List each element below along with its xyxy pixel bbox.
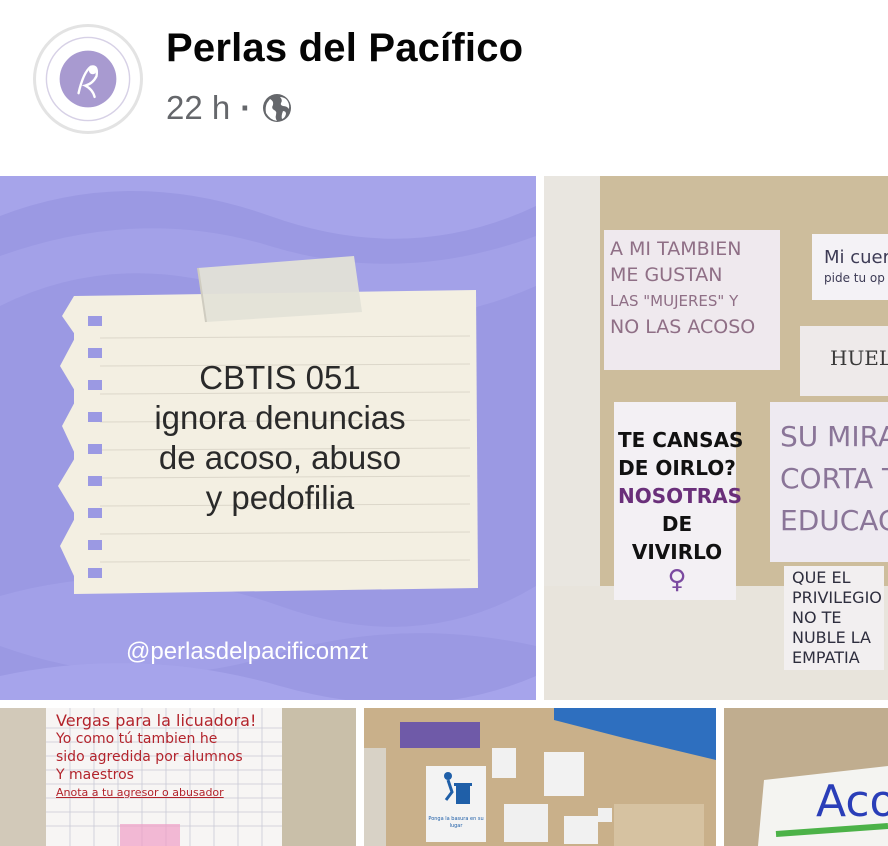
sheet-line-5: Anota a tu agresor o abusador xyxy=(56,786,224,799)
trash-bin-icon xyxy=(440,768,472,808)
photo-wall-signs[interactable]: A MI TAMBIEN ME GUSTAN LAS "MUJERES" Y N… xyxy=(544,176,888,700)
sheet-line-3: sido agredida por alumnos xyxy=(56,749,243,765)
instagram-handle: @perlasdelpacificomzt xyxy=(126,638,368,665)
post-timestamp[interactable]: 22 h xyxy=(166,89,230,127)
sign-2-text: Mi cuer pide tu op xyxy=(824,248,888,288)
sign-5-text: SU MIRA CORTA TU EDUCACIÓ xyxy=(780,416,888,542)
sign-1-text: A MI TAMBIEN ME GUSTAN LAS "MUJERES" Y N… xyxy=(610,236,755,340)
sign-4-line-4: DE xyxy=(661,512,693,536)
partial-sign-text: Aco xyxy=(816,776,888,827)
sign-6-line-1: QUE EL xyxy=(792,568,851,587)
sign-6-text: QUE EL PRIVILEGIO NO TE NUBLE LA EMPATIA xyxy=(792,568,882,668)
sign-5-line-1: SU MIRA xyxy=(780,420,888,453)
sign-5-line-3: EDUCACIÓ xyxy=(780,504,888,537)
headline-line-4: y pedofilia xyxy=(205,479,355,516)
sign-4-line-1: TE CANSAS xyxy=(618,428,744,452)
sheet-line-4: Y maestros xyxy=(56,767,134,783)
meta-separator: · xyxy=(240,89,252,126)
sign-3-line-1: HUEL xyxy=(830,346,888,370)
sheet-line-1: Vergas para la licuadora! xyxy=(56,711,257,730)
sign-6-line-4: NUBLE LA xyxy=(792,628,871,647)
sign-1-line-3: LAS "MUJERES" Y xyxy=(610,292,739,310)
trash-sign-caption: Ponga la basura en su lugar xyxy=(428,816,484,829)
sign-4-line-3: NOSOTRAS xyxy=(618,484,743,508)
page-avatar[interactable] xyxy=(33,24,143,134)
sign-1-line-2: ME GUSTAN xyxy=(610,264,723,286)
sign-6-line-2: PRIVILEGIO xyxy=(792,588,882,607)
sign-1-line-4: NO LAS ACOSO xyxy=(610,316,756,338)
headline-line-2: ignora denuncias xyxy=(154,399,406,436)
headline-line-3: de acoso, abuso xyxy=(158,439,402,476)
featured-headline: CBTIS 051 ignora denuncias de acoso, abu… xyxy=(120,358,440,518)
sign-4-line-5: VIVIRLO xyxy=(631,540,723,564)
avatar-logo xyxy=(38,29,138,129)
photo-hallway-wall[interactable]: Ponga la basura en su lugar xyxy=(364,708,716,846)
sign-3-text: HUEL xyxy=(830,346,888,370)
sheet-text: Vergas para la licuadora! Yo como tú tam… xyxy=(56,712,256,802)
sign-4-line-2: DE OIRLO? xyxy=(618,456,736,480)
sign-4-text: TE CANSAS DE OIRLO? NOSOTRAS DE VIVIRLO … xyxy=(618,426,744,595)
photo-handwritten-sheet[interactable]: Vergas para la licuadora! Yo como tú tam… xyxy=(0,708,356,846)
headline-line-1: CBTIS 051 xyxy=(199,359,361,396)
sign-5-line-2: CORTA TU xyxy=(780,462,888,495)
post-meta: 22 h · xyxy=(166,88,293,128)
sign-2-line-2: pide tu op xyxy=(824,271,885,285)
photo-featured-graphic[interactable]: CBTIS 051 ignora denuncias de acoso, abu… xyxy=(0,176,536,700)
sheet-line-2: Yo como tú tambien he xyxy=(56,731,218,747)
sign-2-line-1: Mi cuer xyxy=(824,247,888,268)
photo-partial-sign[interactable]: Aco xyxy=(724,708,888,846)
sign-1-line-1: A MI TAMBIEN xyxy=(610,238,742,260)
hallway-photo-art xyxy=(364,708,716,846)
sign-6-line-3: NO TE xyxy=(792,608,842,627)
venus-icon: ♀ xyxy=(667,565,687,595)
sign-6-line-5: EMPATIA xyxy=(792,648,860,667)
globe-icon[interactable] xyxy=(261,92,293,124)
page-name-link[interactable]: Perlas del Pacífico xyxy=(166,26,523,71)
